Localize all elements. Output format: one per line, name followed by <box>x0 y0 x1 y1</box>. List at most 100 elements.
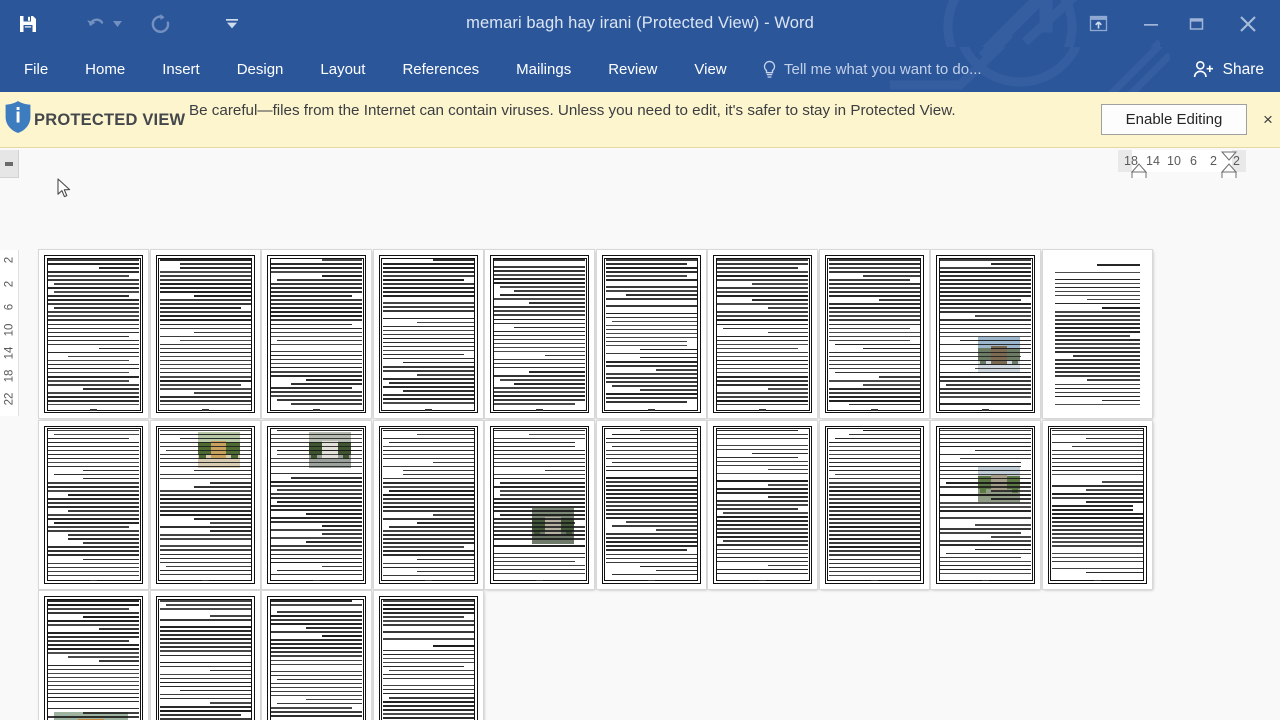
text-line <box>1051 537 1143 539</box>
text-line <box>723 512 808 514</box>
tell-me-search-box[interactable]: Tell me what you want to do... <box>762 47 982 92</box>
page-thumbnail[interactable] <box>1042 250 1152 418</box>
tab-stop-selector[interactable] <box>0 150 19 178</box>
page-thumbnail[interactable] <box>150 250 260 418</box>
text-line <box>767 496 808 498</box>
text-line <box>159 705 251 708</box>
tab-design[interactable]: Design <box>225 47 296 92</box>
page-thumbnail[interactable] <box>373 420 483 589</box>
page-thumbnail[interactable] <box>150 591 260 720</box>
page-thumbnail[interactable] <box>819 250 929 418</box>
text-line <box>271 350 362 353</box>
text-line <box>605 465 697 468</box>
text-line <box>382 530 474 532</box>
tab-insert[interactable]: Insert <box>150 47 212 92</box>
text-line <box>382 465 474 468</box>
share-button[interactable]: Share <box>1193 47 1264 92</box>
text-line <box>751 283 808 285</box>
text-line <box>605 271 697 273</box>
text-line <box>494 330 585 333</box>
page-thumbnail[interactable] <box>931 250 1040 418</box>
restore-button[interactable] <box>1174 7 1220 41</box>
page-thumbnail[interactable] <box>485 250 594 418</box>
text-line <box>940 371 1031 374</box>
page-thumbnail[interactable] <box>150 420 260 589</box>
tab-home[interactable]: Home <box>73 47 137 92</box>
text-line <box>960 339 1031 342</box>
text-line <box>382 357 474 360</box>
page-thumbnail[interactable] <box>485 420 594 589</box>
text-line <box>494 457 585 460</box>
minimize-button[interactable] <box>1128 7 1174 41</box>
text-line <box>494 530 585 532</box>
restore-icon <box>1189 17 1204 30</box>
text-line <box>48 287 139 289</box>
text-line <box>388 696 474 699</box>
text-line <box>605 401 687 403</box>
text-line <box>605 328 697 331</box>
text-line <box>382 550 474 553</box>
text-line <box>1086 437 1143 440</box>
text-line <box>277 449 362 452</box>
text-line <box>159 363 251 366</box>
page-thumbnail[interactable] <box>39 591 148 720</box>
ribbon-display-options-button[interactable] <box>1068 7 1128 41</box>
tab-mailings[interactable]: Mailings <box>504 47 583 92</box>
page-thumbnail[interactable] <box>39 420 148 589</box>
page-thumbnail[interactable] <box>708 420 817 589</box>
text-line <box>382 337 474 340</box>
text-line <box>717 323 808 326</box>
page-text-body <box>605 429 697 576</box>
page-thumbnail[interactable] <box>262 420 371 589</box>
text-line <box>828 291 920 293</box>
text-line <box>48 640 129 642</box>
text-line <box>1051 545 1143 548</box>
text-line <box>277 399 362 401</box>
page-thumbnail[interactable] <box>1042 420 1152 589</box>
text-line <box>159 291 251 293</box>
text-line <box>717 392 808 394</box>
text-line <box>271 263 362 265</box>
tab-review[interactable]: Review <box>596 47 669 92</box>
page-thumbnail[interactable] <box>373 591 483 720</box>
close-protected-view-bar-button[interactable]: × <box>1258 110 1278 130</box>
close-button[interactable] <box>1220 7 1276 41</box>
text-line <box>717 492 808 494</box>
text-line <box>1051 552 1143 555</box>
page-thumbnail[interactable] <box>596 250 706 418</box>
text-line <box>321 533 362 535</box>
document-canvas[interactable] <box>19 178 1280 720</box>
page-thumbnail[interactable] <box>39 250 148 418</box>
page-thumbnail[interactable] <box>819 420 929 589</box>
page-thumbnail[interactable] <box>262 591 371 720</box>
text-line <box>159 642 251 644</box>
text-line <box>271 291 362 293</box>
text-line <box>1051 521 1143 523</box>
text-line <box>48 700 139 703</box>
text-line <box>717 315 808 318</box>
text-line <box>388 441 474 444</box>
tab-references[interactable]: References <box>390 47 491 92</box>
vertical-ruler[interactable]: 2 2 6 10 14 18 22 <box>0 250 19 416</box>
ribbon-tabs: File Home Insert Design Layout Reference… <box>0 47 739 92</box>
page-thumbnail[interactable] <box>262 250 371 418</box>
text-line <box>388 669 474 672</box>
tab-file[interactable]: File <box>12 47 60 92</box>
text-line <box>68 355 139 358</box>
text-line <box>159 534 251 536</box>
text-line <box>402 469 474 472</box>
page-thumbnail[interactable] <box>708 250 817 418</box>
text-line <box>611 433 697 436</box>
text-line <box>828 351 920 354</box>
page-thumbnail[interactable] <box>931 420 1040 589</box>
text-line <box>940 271 1031 273</box>
tab-layout[interactable]: Layout <box>308 47 377 92</box>
text-line <box>382 562 474 565</box>
page-thumbnail[interactable] <box>596 420 706 589</box>
enable-editing-button[interactable]: Enable Editing <box>1101 104 1247 135</box>
page-thumbnail[interactable] <box>373 250 483 418</box>
text-line <box>717 339 808 342</box>
tab-view[interactable]: View <box>682 47 738 92</box>
text-line <box>271 505 362 507</box>
minimize-icon <box>1144 23 1158 26</box>
